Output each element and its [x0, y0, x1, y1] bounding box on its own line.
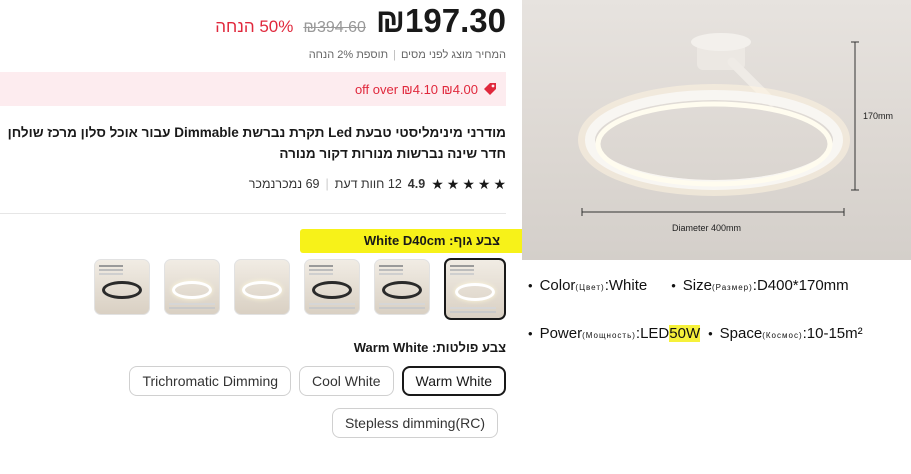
ring-lamp-image	[172, 280, 212, 299]
variant-thumb[interactable]	[234, 259, 290, 315]
star-icon: ★	[462, 176, 475, 192]
star-icon: ★	[493, 176, 506, 192]
light-color-options-row2: Stepless dimming(RC)	[331, 408, 498, 438]
spec-space-key: Space	[719, 325, 763, 342]
spec-color-value: :White	[604, 277, 648, 294]
option-warm-white[interactable]: Warm White	[401, 366, 506, 396]
divider-line	[0, 213, 506, 214]
thumb-caption	[379, 307, 425, 309]
original-price: ₪394.60	[303, 19, 366, 36]
product-title[interactable]: מודרני מינימליסטי טבעת Led תקרת נברשת Di…	[0, 122, 506, 164]
body-color-variants	[94, 258, 506, 320]
product-main-image[interactable]: 170mm Diameter 400mm	[522, 0, 911, 260]
variant-thumb[interactable]	[164, 259, 220, 315]
ring-lamp-image	[382, 280, 422, 299]
star-icon: ★	[431, 176, 444, 192]
spec-color-ru: (Цвет)	[575, 283, 605, 292]
bullet: •	[671, 278, 676, 293]
divider: |	[325, 177, 329, 191]
bullet: •	[528, 326, 533, 341]
spec-line-1: • Color (Цвет):White • Size (Размер):D400*…	[528, 277, 849, 294]
thumb-caption	[379, 265, 403, 267]
spec-color: • Color (Цвет):White	[528, 277, 647, 294]
spec-space-value: :10-15m²	[802, 325, 863, 342]
bullet: •	[708, 326, 713, 341]
body-color-label: צבע גוף: White D40cm	[363, 233, 500, 248]
spec-power-key: Power	[539, 325, 583, 342]
star-icon: ★	[477, 176, 491, 192]
spec-power: • Power (Мощность):LED 50W	[528, 325, 701, 342]
price-note: המחיר מוצג לפני מסים | תוספת 2% הנחה	[309, 49, 506, 61]
ring-lamp-image	[312, 280, 352, 299]
spec-size: • Size (Размер):D400*170mm	[671, 277, 848, 294]
review-count[interactable]: 12 חוות דעת	[335, 177, 402, 191]
spec-size-ru: (Размер)	[711, 283, 753, 292]
current-price: ₪197.30	[375, 2, 506, 39]
coupon-text: ₪4.00 off over ₪4.10	[354, 81, 478, 97]
option-cool-white[interactable]: Cool White	[299, 366, 394, 396]
variant-thumb[interactable]	[94, 259, 150, 315]
variant-thumb[interactable]	[304, 259, 360, 315]
rating-stars: ★ ★ ★ ★ ★	[431, 177, 506, 191]
ceiling-mount-top	[691, 33, 751, 51]
ring-lamp-inner	[595, 101, 833, 187]
price-row: ₪197.30 ₪394.60 50% הנחה	[215, 2, 506, 40]
spec-size-key: Size	[682, 277, 712, 294]
variant-thumb-white-d40[interactable]	[444, 258, 506, 320]
thumb-caption	[309, 307, 355, 309]
discount-badge: 50% הנחה	[215, 17, 294, 36]
thumb-caption	[450, 311, 496, 313]
thumb-caption	[99, 265, 123, 267]
light-color-label: צבע פולטות: Warm White	[353, 340, 506, 355]
option-stepless-dimming[interactable]: Stepless dimming(RC)	[331, 408, 498, 438]
ring-lamp-image	[242, 280, 282, 299]
spec-line-2: • Power (Мощность):LED 50W • Space (Космос)…	[528, 325, 863, 342]
title-line-1: מודרני מינימליסטי טבעת Led תקרת נברשת Di…	[7, 125, 506, 140]
spec-power-value: :LED	[635, 325, 670, 342]
option-trichromatic-dimming[interactable]: Trichromatic Dimming	[129, 366, 292, 396]
ring-lamp-image	[102, 280, 142, 299]
lamp-illustration	[578, 33, 859, 216]
star-icon: ★	[446, 176, 460, 192]
tag-icon	[484, 83, 496, 95]
bullet: •	[528, 278, 533, 293]
title-line-2: חדר שינה נברשות מנורות דקור מנורה	[279, 146, 506, 161]
sold-count: 69 נמכרנמכר	[248, 177, 320, 191]
rating-value: 4.9	[407, 177, 426, 191]
diameter-label: Diameter 400mm	[672, 223, 742, 233]
thumb-caption	[450, 265, 474, 267]
spec-space-ru: (Космос)	[762, 331, 803, 340]
thumb-caption	[309, 265, 333, 267]
spec-power-wattage: 50W	[669, 325, 701, 342]
product-info-panel: ₪197.30 ₪394.60 50% הנחה המחיר מוצג לפני…	[0, 0, 540, 474]
coupon-bar[interactable]: ₪4.00 off over ₪4.10	[0, 72, 506, 106]
extra-discount-note: תוספת 2% הנחה	[308, 49, 389, 61]
tax-note: המחיר מוצג לפני מסים	[400, 49, 506, 61]
separator: |	[393, 49, 396, 61]
spec-space: • Space (Космос):10-15m²	[708, 325, 863, 342]
height-label: 170mm	[863, 111, 894, 121]
rating-row[interactable]: ★ ★ ★ ★ ★ 4.9 12 חוות דעת | 69 נמכרנמכר	[249, 177, 506, 191]
spec-color-key: Color	[539, 277, 576, 294]
spec-size-value: :D400*170mm	[752, 277, 849, 294]
spec-power-ru: (Мощность)	[582, 331, 636, 340]
ring-lamp-image	[455, 282, 495, 301]
variant-thumb[interactable]	[374, 259, 430, 315]
light-color-options: Warm White Cool White Trichromatic Dimmi…	[0, 366, 506, 396]
thumb-caption	[169, 307, 215, 309]
